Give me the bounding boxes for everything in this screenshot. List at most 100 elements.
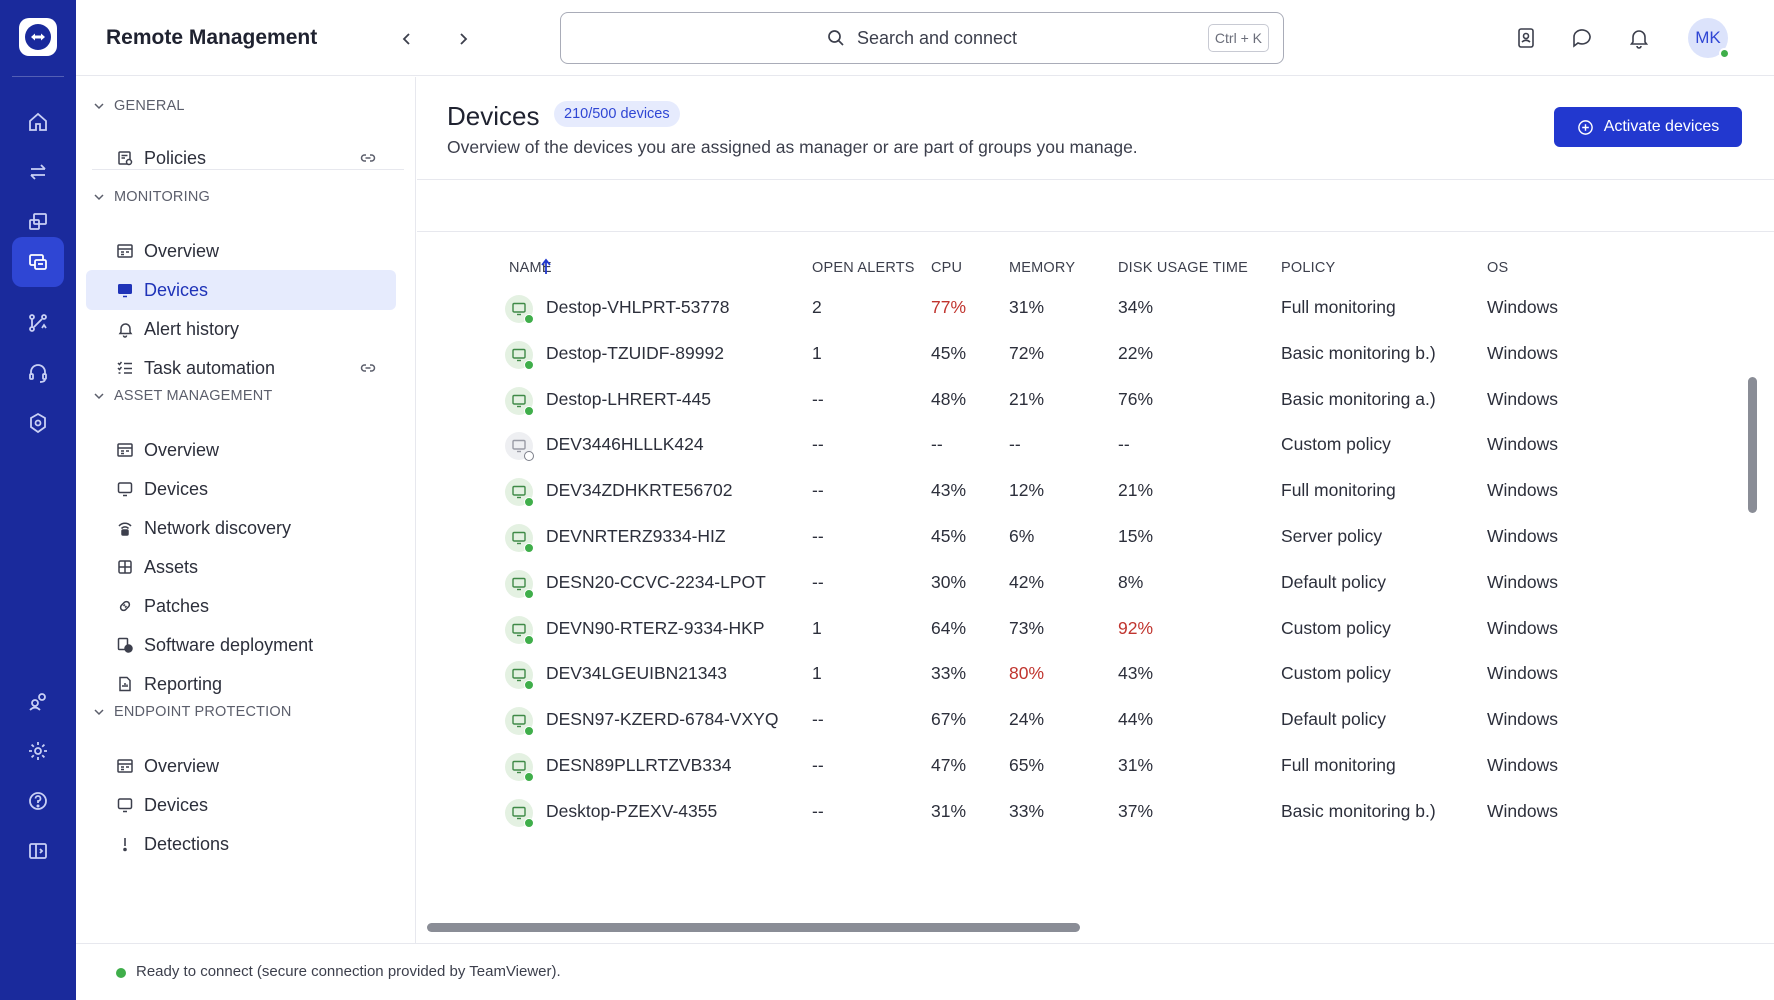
sidebar-item-policies[interactable]: Policies [86, 138, 396, 178]
sidebar-item-endpoint-devices[interactable]: Devices [86, 785, 396, 825]
cell-disk-usage: 21% [1118, 480, 1154, 501]
sidebar-item-label: Reporting [144, 673, 223, 694]
cell-device-name[interactable]: DESN97-KZERD-6784-VXYQ [546, 709, 778, 730]
sort-ascending-icon[interactable] [539, 257, 553, 277]
chat-icon[interactable] [1568, 24, 1596, 52]
contacts-book-icon[interactable] [1512, 24, 1540, 52]
security-shield-icon[interactable] [12, 398, 64, 448]
cell-open-alerts: -- [812, 388, 824, 409]
table-row[interactable]: DEVNRTERZ9334-HIZ -- 45% 6% 15% Server policy… [417, 512, 1774, 564]
cell-device-name[interactable]: Destop-VHLPRT-53778 [546, 297, 730, 318]
sidebar-item-monitoring-devices[interactable]: Devices [86, 270, 396, 310]
section-title: GENERAL [114, 98, 185, 114]
settings-gear-icon[interactable] [12, 726, 64, 776]
sidebar-item-task-automation[interactable]: Task automation [86, 348, 396, 388]
transfer-icon[interactable] [12, 147, 64, 197]
monitor-icon [116, 480, 134, 498]
table-row[interactable]: DEV34ZDHKRTE56702 -- 43% 12% 21% Full monitor… [417, 466, 1774, 518]
section-header-endpoint-protection[interactable]: ENDPOINT PROTECTION [92, 704, 292, 720]
cell-device-name[interactable]: DESN20-CCVC-2234-LPOT [546, 572, 766, 593]
search-input[interactable]: Search and connect Ctrl + K [560, 12, 1284, 64]
help-icon[interactable] [12, 776, 64, 826]
cell-open-alerts: -- [812, 800, 824, 821]
sidebar-item-software-deployment[interactable]: Software deployment [86, 625, 396, 665]
cell-device-name[interactable]: DEV3446HLLLK424 [546, 434, 704, 455]
table-row[interactable]: DEV34LGEUIBN21343 1 33% 80% 43% Custom policy… [417, 649, 1774, 701]
page-subtitle: Overview of the devices you are assigned… [447, 137, 1138, 157]
devices-management-icon[interactable] [12, 237, 64, 287]
vertical-scrollbar[interactable] [1748, 377, 1757, 513]
column-header-memory[interactable]: MEMORY [1009, 260, 1075, 276]
cell-device-name[interactable]: Destop-TZUIDF-89992 [546, 343, 724, 364]
table-row[interactable]: Destop-TZUIDF-89992 1 45% 72% 22% Basic monit… [417, 329, 1774, 381]
sidebar-item-asset-devices[interactable]: Devices [86, 469, 396, 509]
cell-policy: Server policy [1281, 526, 1383, 546]
cell-open-alerts: 1 [812, 617, 822, 638]
cell-os: Windows [1487, 663, 1558, 684]
sidebar-item-alert-history[interactable]: Alert history [86, 309, 396, 349]
cell-device-name[interactable]: DEV34ZDHKRTE56702 [546, 480, 732, 501]
cell-device-name[interactable]: DEV34LGEUIBN21343 [546, 663, 727, 684]
users-icon[interactable] [12, 676, 64, 726]
search-icon [828, 30, 844, 46]
cell-disk-usage: 8% [1118, 571, 1144, 592]
column-header-policy[interactable]: POLICY [1281, 260, 1335, 276]
table-row[interactable]: Desktop-PZEXV-4355 -- 31% 33% 37% Basic monit… [417, 787, 1774, 839]
avatar[interactable]: MK [1688, 18, 1730, 59]
section-header-asset-management[interactable]: ASSET MANAGEMENT [92, 388, 272, 404]
teamviewer-logo[interactable] [19, 18, 57, 56]
status-text: Ready to connect (secure connection prov… [136, 963, 561, 980]
column-header-open-alerts[interactable]: OPEN ALERTS [812, 260, 915, 276]
sidebar-item-network-discovery[interactable]: Network discovery [86, 508, 396, 548]
cell-cpu: 48% [931, 388, 967, 409]
table-row[interactable]: DESN20-CCVC-2234-LPOT -- 30% 42% 8% Default p… [417, 558, 1774, 610]
connections-icon[interactable] [12, 298, 64, 348]
sidebar-item-endpoint-overview[interactable]: Overview [86, 746, 396, 786]
table-row[interactable]: DEVN90-RTERZ-9334-HKP 1 64% 73% 92% Custom po… [417, 604, 1774, 656]
table-row[interactable]: DEV3446HLLLK424 -- -- -- -- Custom policy Wind… [417, 420, 1774, 472]
cell-open-alerts: 1 [812, 342, 822, 363]
table-row[interactable]: Destop-VHLPRT-53778 2 77% 31% 34% Full monito… [417, 283, 1774, 335]
monitor-icon [116, 796, 134, 814]
cell-device-name[interactable]: DESN89PLLRTZVB334 [546, 755, 731, 776]
home-icon[interactable] [12, 97, 64, 147]
cell-device-name[interactable]: DEVN90-RTERZ-9334-HKP [546, 618, 765, 639]
collapse-panel-icon[interactable] [12, 826, 64, 876]
forward-arrow-icon[interactable] [448, 24, 478, 54]
table-row[interactable]: DESN97-KZERD-6784-VXYQ -- 67% 24% 44% Default… [417, 695, 1774, 747]
device-status-icon [505, 524, 534, 553]
sidebar-item-reporting[interactable]: Reporting [86, 664, 396, 704]
cell-memory: 12% [1009, 480, 1045, 501]
back-arrow-icon[interactable] [392, 24, 422, 54]
section-header-general[interactable]: GENERAL [92, 98, 185, 114]
cell-policy: Custom policy [1281, 663, 1391, 684]
sidebar-item-assets[interactable]: Assets [86, 547, 396, 587]
cell-policy: Full monitoring [1281, 480, 1396, 501]
horizontal-scrollbar[interactable] [427, 923, 1080, 932]
sidebar-item-asset-overview[interactable]: Overview [86, 430, 396, 470]
sidebar-item-patches[interactable]: Patches [86, 586, 396, 626]
deploy-icon [116, 636, 134, 654]
top-bar: Remote Management Search and connect Ctr… [76, 0, 1774, 76]
sidebar-item-monitoring-overview[interactable]: Overview [86, 231, 396, 271]
table-row[interactable]: DESN89PLLRTZVB334 -- 47% 65% 31% Full monitor… [417, 741, 1774, 793]
avatar-initials: MK [1695, 28, 1721, 47]
table-row[interactable]: Destop-LHRERT-445 -- 48% 21% 76% Basic monito… [417, 375, 1774, 427]
cell-device-name[interactable]: DEVNRTERZ9334-HIZ [546, 526, 726, 547]
cell-device-name[interactable]: Desktop-PZEXV-4355 [546, 801, 717, 822]
cell-open-alerts: -- [812, 480, 824, 501]
notification-bell-icon[interactable] [1625, 24, 1653, 52]
section-header-monitoring[interactable]: MONITORING [92, 189, 210, 205]
column-header-cpu[interactable]: CPU [931, 260, 962, 276]
cell-device-name[interactable]: Destop-LHRERT-445 [546, 389, 711, 410]
cell-cpu: 47% [931, 755, 967, 775]
rail-divider [12, 76, 64, 77]
activate-devices-button[interactable]: Activate devices [1554, 107, 1742, 147]
column-header-os[interactable]: OS [1487, 260, 1508, 276]
cell-memory: 33% [1009, 800, 1045, 821]
cell-os: Windows [1487, 571, 1558, 592]
column-header-disk-usage-time[interactable]: DISK USAGE TIME [1118, 260, 1248, 276]
support-headset-icon[interactable] [12, 348, 64, 398]
sidebar-item-detections[interactable]: Detections [86, 824, 396, 864]
app-window: Remote Management Search and connect Ctr… [0, 0, 1774, 1000]
